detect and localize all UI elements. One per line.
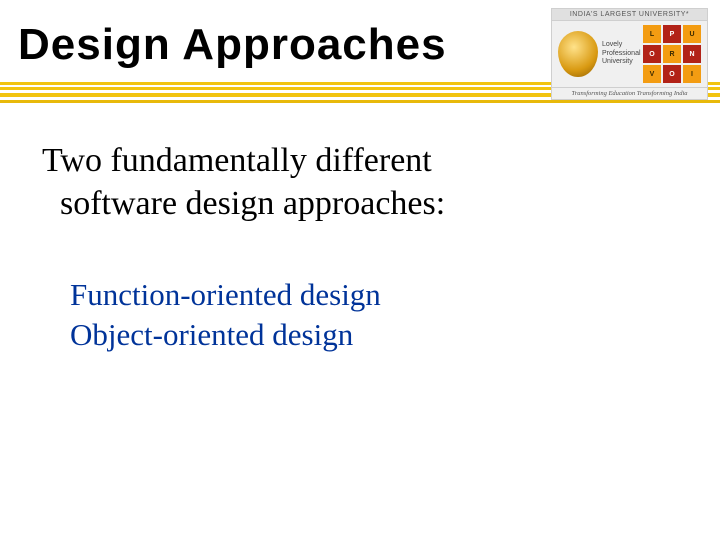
- slide: Design Approaches INDIA'S LARGEST UNIVER…: [0, 0, 720, 540]
- approach-item-1: Function-oriented design: [70, 275, 690, 315]
- logo-body: Lovely Professional University L P U O R…: [552, 21, 707, 87]
- logo-name: Lovely Professional University: [602, 41, 643, 66]
- intro-text: Two fundamentally different software des…: [42, 140, 690, 225]
- approach-list: Function-oriented design Object-oriented…: [70, 275, 690, 356]
- logo-topbar-text: INDIA'S LARGEST UNIVERSITY*: [552, 9, 707, 21]
- shield-icon: [558, 31, 598, 77]
- approach-item-2: Object-oriented design: [70, 315, 690, 355]
- logo-tagline: Transforming Education Transforming Indi…: [552, 87, 707, 100]
- intro-line-1: Two fundamentally different: [42, 140, 690, 183]
- university-logo: INDIA'S LARGEST UNIVERSITY* Lovely Profe…: [551, 8, 708, 100]
- lpu-grid-icon: L P U O R N V O I: [643, 25, 701, 83]
- intro-line-2: software design approaches:: [42, 183, 690, 226]
